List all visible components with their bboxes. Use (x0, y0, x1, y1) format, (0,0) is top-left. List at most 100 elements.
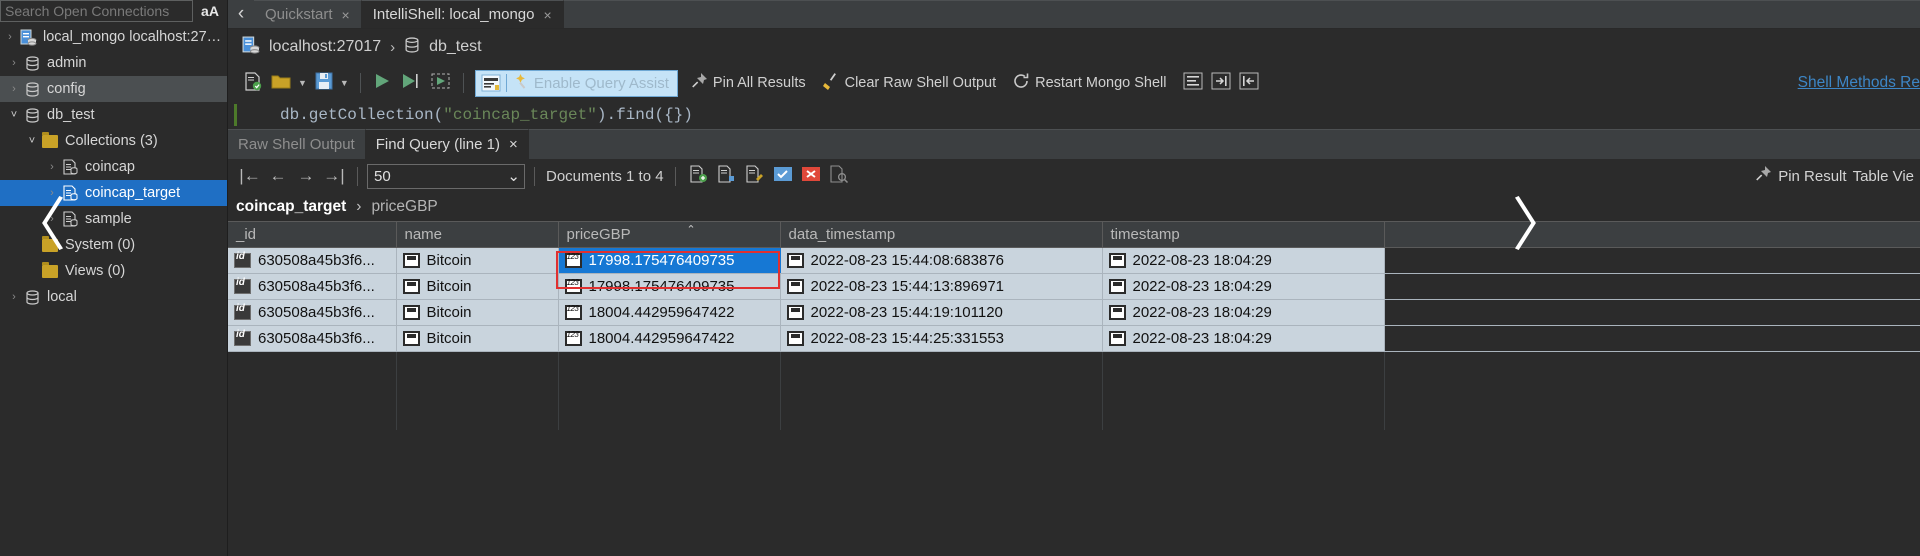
search-input[interactable]: Search Open Connections (0, 0, 193, 22)
tree-item-label: Views (0) (65, 263, 126, 279)
discard-changes-icon[interactable] (797, 165, 825, 188)
insert-document-icon[interactable] (685, 164, 713, 188)
cell-name[interactable]: Bitcoin (396, 325, 559, 352)
tree-item-coincap[interactable]: › coincap (0, 154, 227, 180)
expand-arrow-icon[interactable]: › (44, 213, 60, 225)
prev-page-icon[interactable]: ← (264, 166, 292, 186)
cell-data_timestamp[interactable]: 2022-08-23 15:44:13:896971 (780, 273, 1103, 300)
new-script-button[interactable] (240, 70, 267, 96)
tree-item-local_mongo[interactable]: › local_mongo localhost:27017 (0, 24, 227, 50)
string-type-icon (1108, 279, 1126, 294)
table-row[interactable]: 630508a45b3f6... Bitcoin 17998.175476409… (228, 273, 1920, 300)
indent-left-button[interactable] (1235, 70, 1263, 96)
tab-intellishell[interactable]: IntelliShell: local_mongo × (361, 0, 564, 28)
table-row[interactable]: 630508a45b3f6... Bitcoin 17998.175476409… (228, 247, 1920, 274)
cell-value: 2022-08-23 15:44:25:331553 (810, 330, 1005, 347)
open-folder-button[interactable]: ▼ (267, 70, 311, 96)
cell-priceGBP[interactable]: 18004.442959647422 (558, 325, 781, 352)
tab-quickstart[interactable]: Quickstart × (254, 0, 362, 28)
cell-_id[interactable]: 630508a45b3f6... (228, 247, 397, 274)
expand-arrow-icon[interactable]: › (6, 57, 22, 69)
apply-changes-icon[interactable] (769, 165, 797, 188)
expand-arrow-icon[interactable]: › (2, 31, 18, 43)
cell-priceGBP[interactable]: 17998.175476409735 (558, 247, 781, 274)
tree-item-collections[interactable]: ˅ Collections (3) (0, 128, 227, 154)
result-breadcrumb-collection[interactable]: coincap_target (236, 198, 346, 216)
collapse-arrow-icon[interactable]: ˅ (24, 135, 40, 147)
page-size-select[interactable]: 50 ⌄ (367, 163, 525, 189)
edit-document-icon[interactable] (741, 164, 769, 188)
expand-arrow-icon[interactable]: › (6, 291, 22, 303)
tab-back-chevron-icon[interactable]: ‹ (228, 0, 254, 28)
tree-item-system[interactable]: System (0) (0, 232, 227, 258)
breadcrumb-host[interactable]: localhost:27017 (269, 38, 381, 56)
cell-data_timestamp[interactable]: 2022-08-23 15:44:08:683876 (780, 247, 1103, 274)
save-button[interactable]: ▼ (311, 70, 353, 96)
cell-name[interactable]: Bitcoin (396, 273, 559, 300)
expand-arrow-icon[interactable]: › (44, 187, 60, 199)
tab-raw-shell-output[interactable]: Raw Shell Output (228, 129, 366, 159)
cell-_id[interactable]: 630508a45b3f6... (228, 299, 397, 326)
tab-find-query[interactable]: Find Query (line 1) × (365, 129, 529, 159)
format-button[interactable] (1179, 70, 1207, 96)
run-selection-button[interactable] (426, 70, 456, 96)
close-icon[interactable]: × (543, 7, 551, 23)
shell-methods-reference-link[interactable]: Shell Methods Re (1798, 74, 1920, 92)
breadcrumb-database[interactable]: db_test (429, 38, 481, 56)
column-header-name[interactable]: name (396, 221, 559, 248)
run-button[interactable] (368, 70, 396, 96)
close-icon[interactable]: × (509, 136, 518, 153)
run-to-cursor-button[interactable] (396, 70, 426, 96)
clone-document-icon[interactable] (713, 164, 741, 188)
cell-data_timestamp[interactable]: 2022-08-23 15:44:19:101120 (780, 299, 1103, 326)
tree-item-config[interactable]: › config (0, 76, 227, 102)
chevron-down-icon[interactable]: ▼ (340, 78, 349, 88)
next-page-icon[interactable]: → (292, 166, 320, 186)
collapse-arrow-icon[interactable]: ˅ (6, 109, 22, 121)
table-row[interactable]: 630508a45b3f6... Bitcoin 18004.442959647… (228, 299, 1920, 326)
tree-item-local[interactable]: › local (0, 284, 227, 310)
match-case-icon[interactable]: aA (193, 0, 227, 22)
cell-timestamp[interactable]: 2022-08-23 18:04:29 (1102, 299, 1385, 326)
tree-item-label: Collections (3) (65, 133, 158, 149)
chevron-down-icon[interactable]: ▼ (298, 78, 307, 88)
cell-priceGBP[interactable]: 17998.175476409735 (558, 273, 781, 300)
expand-arrow-icon[interactable]: › (6, 83, 22, 95)
cell-data_timestamp[interactable]: 2022-08-23 15:44:25:331553 (780, 325, 1103, 352)
restart-mongo-shell-button[interactable]: Restart Mongo Shell (1008, 70, 1170, 96)
table-view-button[interactable]: Table Vie (1847, 163, 1920, 189)
tree-item-admin[interactable]: › admin (0, 50, 227, 76)
view-document-icon[interactable] (825, 164, 853, 188)
cell-_id[interactable]: 630508a45b3f6... (228, 325, 397, 352)
column-header-priceGBP[interactable]: ⌃ priceGBP (558, 221, 781, 248)
cell-timestamp[interactable]: 2022-08-23 18:04:29 (1102, 247, 1385, 274)
close-icon[interactable]: × (342, 7, 350, 23)
cell-priceGBP[interactable]: 18004.442959647422 (558, 299, 781, 326)
pin-result-button[interactable]: Pin Result (1754, 165, 1847, 187)
cell-timestamp[interactable]: 2022-08-23 18:04:29 (1102, 325, 1385, 352)
tree-item-coincap_target[interactable]: › coincap_target (0, 180, 227, 206)
cell-name[interactable]: Bitcoin (396, 299, 559, 326)
table-row[interactable]: 630508a45b3f6... Bitcoin 18004.442959647… (228, 325, 1920, 352)
pin-all-results-button[interactable]: Pin All Results (686, 70, 810, 96)
result-breadcrumb-field[interactable]: priceGBP (371, 198, 437, 216)
enable-query-assist-button[interactable]: Enable Query Assist (474, 69, 678, 97)
first-page-icon[interactable]: |← (236, 166, 264, 186)
clear-raw-shell-output-button[interactable]: Clear Raw Shell Output (818, 70, 1001, 96)
shell-code-line[interactable]: db.getCollection("coincap_target").find(… (228, 101, 1920, 129)
chevron-down-icon[interactable]: ⌄ (507, 167, 520, 185)
last-page-icon[interactable]: →| (320, 166, 348, 186)
cell-timestamp[interactable]: 2022-08-23 18:04:29 (1102, 273, 1385, 300)
cell-_id[interactable]: 630508a45b3f6... (228, 273, 397, 300)
tree-item-db_test[interactable]: ˅ db_test (0, 102, 227, 128)
sort-asc-icon[interactable]: ⌃ (686, 223, 695, 236)
cell-name[interactable]: Bitcoin (396, 247, 559, 274)
indent-right-button[interactable] (1207, 70, 1235, 96)
tree-item-views[interactable]: Views (0) (0, 258, 227, 284)
expand-arrow-icon[interactable]: › (44, 161, 60, 173)
column-header-data_timestamp[interactable]: data_timestamp (780, 221, 1103, 248)
column-header-timestamp[interactable]: timestamp (1102, 221, 1385, 248)
column-header-_id[interactable]: _id (228, 221, 397, 248)
tree-item-sample[interactable]: › sample (0, 206, 227, 232)
string-type-icon (402, 253, 420, 268)
